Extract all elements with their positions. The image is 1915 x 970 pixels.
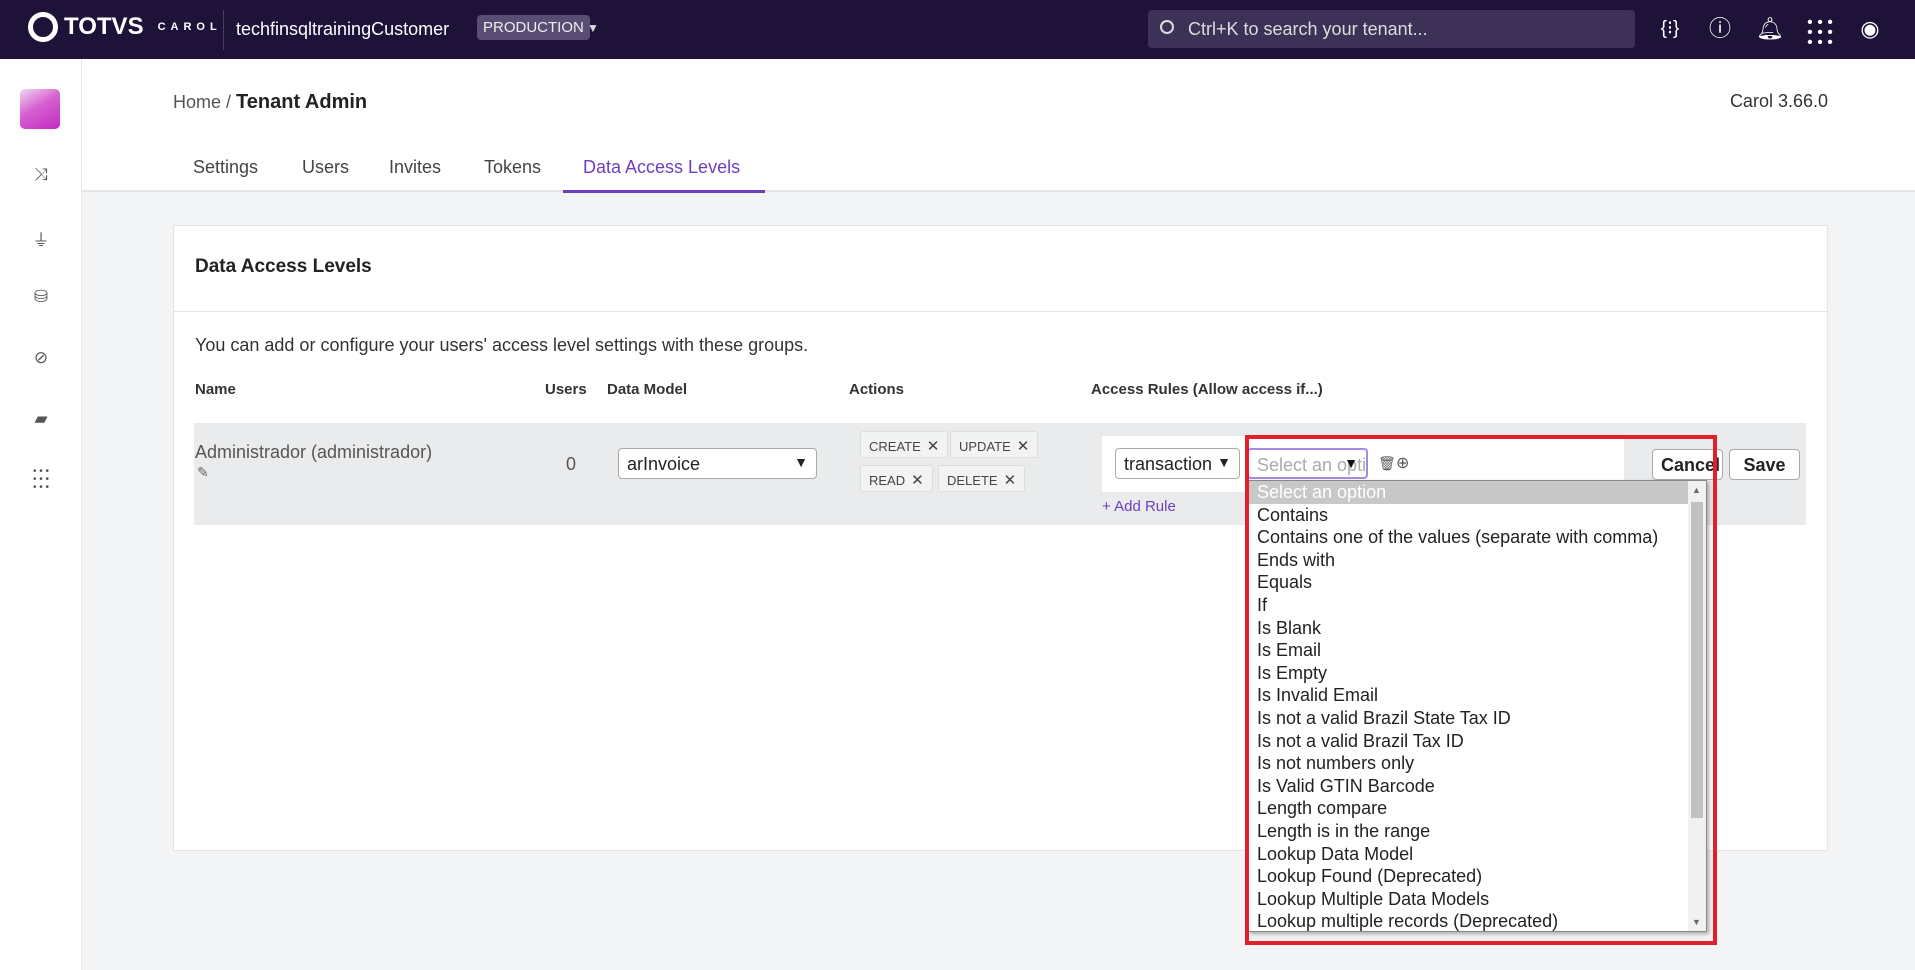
- tag-label: READ: [869, 473, 906, 488]
- breadcrumb-home[interactable]: Home: [173, 92, 221, 112]
- close-icon[interactable]: ✕: [927, 438, 940, 455]
- close-icon[interactable]: ✕: [911, 472, 924, 489]
- rule-field-select[interactable]: transaction ▼: [1115, 448, 1240, 479]
- compass-icon[interactable]: ⊘: [26, 348, 56, 368]
- page-title: Tenant Admin: [236, 91, 368, 113]
- tenant-name[interactable]: techfinsqltrainingCustomer: [236, 19, 449, 40]
- user-account-icon[interactable]: ◉: [1855, 14, 1885, 44]
- users-count: 0: [566, 454, 577, 474]
- apps-grid-icon[interactable]: • • • • • • • • •: [26, 467, 56, 493]
- caret-down-icon: ▼: [794, 454, 808, 470]
- tab-users[interactable]: Users: [302, 157, 349, 178]
- breadcrumb: Home / Tenant Admin: [173, 91, 367, 114]
- column-header-actions: Actions: [849, 381, 905, 398]
- tag-label: DELETE: [947, 473, 998, 488]
- breadcrumb-separator: /: [221, 92, 237, 112]
- app-logo[interactable]: [20, 89, 60, 129]
- highlight-box: [1245, 435, 1717, 945]
- brand-sub: CAROL: [157, 21, 222, 33]
- top-bar: TOTVS CAROL techfinsqltrainingCustomer PR…: [0, 0, 1915, 59]
- column-header-access-rules: Access Rules (Allow access if...): [1091, 381, 1323, 398]
- tab-data-access-levels[interactable]: Data Access Levels: [583, 157, 740, 178]
- card-description: You can add or configure your users' acc…: [195, 335, 809, 355]
- logo-icon: [28, 12, 58, 42]
- environment-badge[interactable]: PRODUCTION: [477, 15, 590, 40]
- tab-tokens[interactable]: Tokens: [484, 157, 541, 178]
- add-rule-link[interactable]: + Add Rule: [1102, 498, 1176, 515]
- page-header: [82, 59, 1915, 192]
- action-tag-delete: DELETE ✕: [938, 465, 1026, 492]
- column-header-data-model: Data Model: [607, 381, 688, 398]
- search-input[interactable]: Ctrl+K to search your tenant...: [1148, 10, 1635, 48]
- divider: [223, 10, 224, 50]
- caret-down-icon: ▼: [1217, 454, 1231, 470]
- action-tag-read: READ ✕: [860, 465, 933, 492]
- environment-caret-icon[interactable]: ▼: [587, 21, 599, 35]
- bell-icon[interactable]: 🔔︎: [1755, 14, 1785, 44]
- code-braces-icon[interactable]: {⁝}: [1655, 14, 1685, 44]
- close-icon[interactable]: ✕: [1004, 472, 1017, 489]
- tab-invites[interactable]: Invites: [389, 157, 441, 178]
- brand-text: TOTVS: [64, 13, 144, 40]
- help-icon[interactable]: ⓘ: [1705, 14, 1735, 44]
- rule-field-value: transaction: [1124, 454, 1213, 474]
- tag-label: CREATE: [869, 439, 921, 454]
- data-model-value: arInvoice: [627, 454, 701, 474]
- totvs-logo[interactable]: TOTVS CAROL: [28, 12, 222, 42]
- database-icon[interactable]: ⛁: [26, 287, 56, 307]
- close-icon[interactable]: ✕: [1017, 438, 1030, 455]
- data-model-select[interactable]: arInvoice ▼: [618, 448, 817, 479]
- tab-settings[interactable]: Settings: [193, 157, 258, 178]
- sidebar: [0, 59, 82, 970]
- card-title: Data Access Levels: [195, 256, 372, 277]
- action-tag-update: UPDATE ✕: [950, 431, 1039, 458]
- search-icon: [1160, 20, 1174, 34]
- divider: [174, 311, 1827, 312]
- save-button[interactable]: Save: [1729, 449, 1800, 480]
- column-header-name: Name: [195, 381, 236, 398]
- apps-grid-icon[interactable]: • • • • • • • • •: [1805, 14, 1835, 51]
- tag-label: UPDATE: [959, 439, 1011, 454]
- column-header-users: Users: [545, 381, 587, 398]
- edit-pencil-icon[interactable]: ✎: [197, 464, 209, 481]
- action-tag-create: CREATE ✕: [860, 431, 949, 458]
- plug-icon[interactable]: ⏚: [26, 226, 56, 251]
- chat-icon[interactable]: ▰: [26, 409, 56, 429]
- group-name: Administrador (administrador): [195, 442, 433, 462]
- search-placeholder: Ctrl+K to search your tenant...: [1188, 19, 1428, 39]
- flow-icon[interactable]: ⤨: [26, 165, 56, 185]
- version-label: Carol 3.66.0: [1729, 91, 1828, 111]
- active-tab-indicator: [563, 190, 765, 193]
